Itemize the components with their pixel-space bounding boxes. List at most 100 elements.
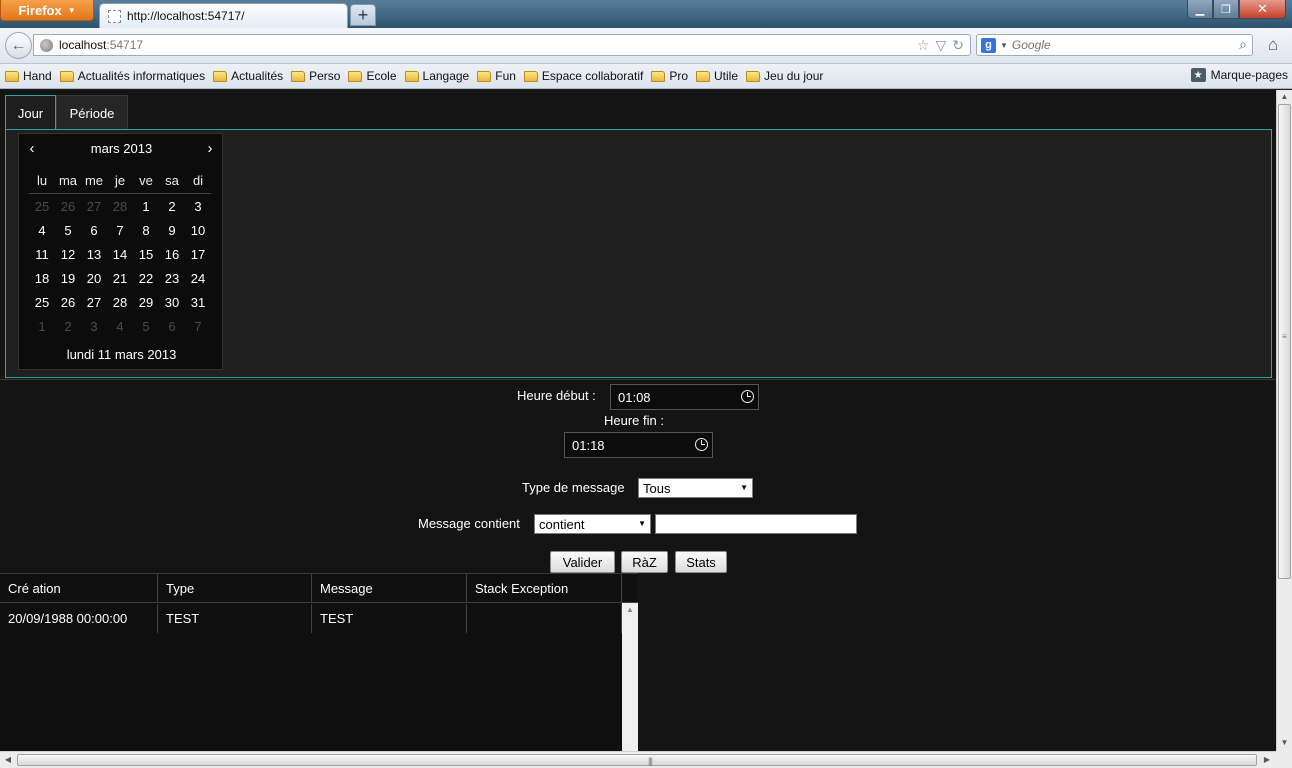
- next-month-icon[interactable]: ›: [201, 140, 219, 158]
- calendar-day[interactable]: 21: [107, 268, 133, 292]
- google-icon[interactable]: g: [981, 37, 996, 53]
- calendar-day[interactable]: 23: [159, 268, 185, 292]
- calendar-day[interactable]: 28: [107, 196, 133, 220]
- bookmark-item[interactable]: Actualités: [213, 69, 283, 83]
- calendar-day[interactable]: 26: [55, 292, 81, 316]
- calendar-day[interactable]: 18: [29, 268, 55, 292]
- calendar-day[interactable]: 9: [159, 220, 185, 244]
- home-icon[interactable]: ⌂: [1264, 36, 1282, 54]
- calendar-day[interactable]: 10: [185, 220, 211, 244]
- calendar-day[interactable]: 8: [133, 220, 159, 244]
- calendar-day[interactable]: 25: [29, 196, 55, 220]
- calendar-day[interactable]: 19: [55, 268, 81, 292]
- scroll-up-icon[interactable]: ▲: [1277, 90, 1292, 104]
- calendar-day[interactable]: 15: [133, 244, 159, 268]
- contains-mode-select[interactable]: contient ▼: [534, 514, 651, 534]
- column-header-creation[interactable]: Cré ation: [0, 574, 158, 603]
- table-row[interactable]: 20/09/1988 00:00:00 TEST TEST: [0, 604, 622, 633]
- calendar-day[interactable]: 3: [81, 316, 107, 340]
- page-vertical-scrollbar[interactable]: ▲ ≡ ▼: [1276, 90, 1292, 751]
- calendar-day[interactable]: 11: [29, 244, 55, 268]
- reset-button[interactable]: RàZ: [621, 551, 668, 573]
- validate-button[interactable]: Valider: [550, 551, 615, 573]
- bookmark-item[interactable]: Fun: [477, 69, 516, 83]
- bookmark-star-icon[interactable]: ☆: [917, 37, 930, 54]
- tab-jour[interactable]: Jour: [5, 95, 56, 130]
- search-bar[interactable]: g ▼ Google ⌕: [976, 34, 1253, 56]
- reload-icon[interactable]: ↻: [952, 37, 964, 54]
- calendar-day[interactable]: 16: [159, 244, 185, 268]
- maximize-button[interactable]: ❐: [1213, 0, 1239, 19]
- calendar-day[interactable]: 25: [29, 292, 55, 316]
- message-type-select[interactable]: Tous ▼: [638, 478, 753, 498]
- page-horizontal-scrollbar[interactable]: ◀ ||| ▶: [0, 751, 1276, 768]
- calendar-day[interactable]: 14: [107, 244, 133, 268]
- calendar-day[interactable]: 30: [159, 292, 185, 316]
- calendar-day[interactable]: 27: [81, 196, 107, 220]
- calendar-day[interactable]: 28: [107, 292, 133, 316]
- calendar-day[interactable]: 26: [55, 196, 81, 220]
- calendar-day[interactable]: 4: [29, 220, 55, 244]
- calendar-day[interactable]: 5: [55, 220, 81, 244]
- back-button[interactable]: ←: [5, 32, 32, 59]
- bookmark-item[interactable]: Actualités informatiques: [59, 69, 205, 83]
- calendar-day[interactable]: 6: [81, 220, 107, 244]
- calendar-day[interactable]: 2: [159, 196, 185, 220]
- calendar-day[interactable]: 2: [55, 316, 81, 340]
- calendar-day[interactable]: 6: [159, 316, 185, 340]
- bookmark-item[interactable]: Ecole: [348, 69, 397, 83]
- vertical-scroll-thumb[interactable]: ≡: [1278, 104, 1291, 579]
- calendar-day[interactable]: 5: [133, 316, 159, 340]
- calendar-day[interactable]: 4: [107, 316, 133, 340]
- bookmark-item[interactable]: Hand: [5, 69, 52, 83]
- close-window-button[interactable]: ✕: [1239, 0, 1286, 19]
- calendar-day[interactable]: 7: [185, 316, 211, 340]
- horizontal-scroll-thumb[interactable]: |||: [17, 754, 1257, 766]
- bookmarks-menu-button[interactable]: ★ Marque-pages: [1190, 68, 1288, 82]
- calendar-day[interactable]: 31: [185, 292, 211, 316]
- calendar-day[interactable]: 1: [133, 196, 159, 220]
- calendar-day[interactable]: 27: [81, 292, 107, 316]
- message-contains-input[interactable]: [655, 514, 857, 534]
- column-header-message[interactable]: Message: [312, 574, 467, 603]
- calendar-day[interactable]: 17: [185, 244, 211, 268]
- magnifier-icon[interactable]: ⌕: [1239, 36, 1247, 53]
- bookmark-item[interactable]: Jeu du jour: [746, 69, 823, 83]
- calendar-day[interactable]: 12: [55, 244, 81, 268]
- end-time-input[interactable]: 01:18: [564, 432, 713, 458]
- column-header-type[interactable]: Type: [158, 574, 312, 603]
- clock-icon[interactable]: [741, 390, 754, 403]
- new-tab-button[interactable]: +: [350, 4, 376, 26]
- bookmark-item[interactable]: Pro: [651, 69, 688, 83]
- calendar-day[interactable]: 7: [107, 220, 133, 244]
- clock-icon[interactable]: [695, 438, 708, 451]
- start-time-input[interactable]: 01:08: [610, 384, 759, 410]
- browser-tab[interactable]: http://localhost:54717/: [99, 3, 348, 28]
- scroll-left-icon[interactable]: ◀: [0, 752, 16, 768]
- tab-periode[interactable]: Période: [56, 95, 128, 130]
- bookmark-item[interactable]: Espace collaboratif: [523, 69, 643, 83]
- stats-button[interactable]: Stats: [675, 551, 727, 573]
- firefox-menu-button[interactable]: Firefox ▼: [0, 0, 94, 21]
- previous-month-icon[interactable]: ‹: [23, 140, 41, 158]
- bookmark-item[interactable]: Perso: [291, 69, 340, 83]
- calendar-day[interactable]: 24: [185, 268, 211, 292]
- history-dropdown-icon[interactable]: ▽: [935, 37, 946, 54]
- minimize-button[interactable]: ▁: [1187, 0, 1213, 19]
- calendar-day[interactable]: 13: [81, 244, 107, 268]
- calendar-day[interactable]: 29: [133, 292, 159, 316]
- scroll-up-icon[interactable]: ▲: [622, 605, 638, 614]
- grid-scrollbar[interactable]: ▲: [622, 603, 638, 751]
- scroll-right-icon[interactable]: ▶: [1259, 752, 1275, 768]
- column-header-stack-exception[interactable]: Stack Exception: [467, 574, 622, 603]
- calendar-day[interactable]: 3: [185, 196, 211, 220]
- navigation-toolbar: ← localhost:54717 ☆ ▽ ↻ g ▼ Google ⌕ ⌂: [0, 28, 1292, 64]
- calendar-day[interactable]: 20: [81, 268, 107, 292]
- calendar-day[interactable]: 22: [133, 268, 159, 292]
- search-engine-chevron-icon[interactable]: ▼: [1000, 41, 1008, 50]
- calendar-day[interactable]: 1: [29, 316, 55, 340]
- scroll-down-icon[interactable]: ▼: [1277, 736, 1292, 750]
- url-bar[interactable]: localhost:54717 ☆ ▽ ↻: [33, 34, 971, 56]
- bookmark-item[interactable]: Langage: [404, 69, 469, 83]
- bookmark-item[interactable]: Utile: [696, 69, 738, 83]
